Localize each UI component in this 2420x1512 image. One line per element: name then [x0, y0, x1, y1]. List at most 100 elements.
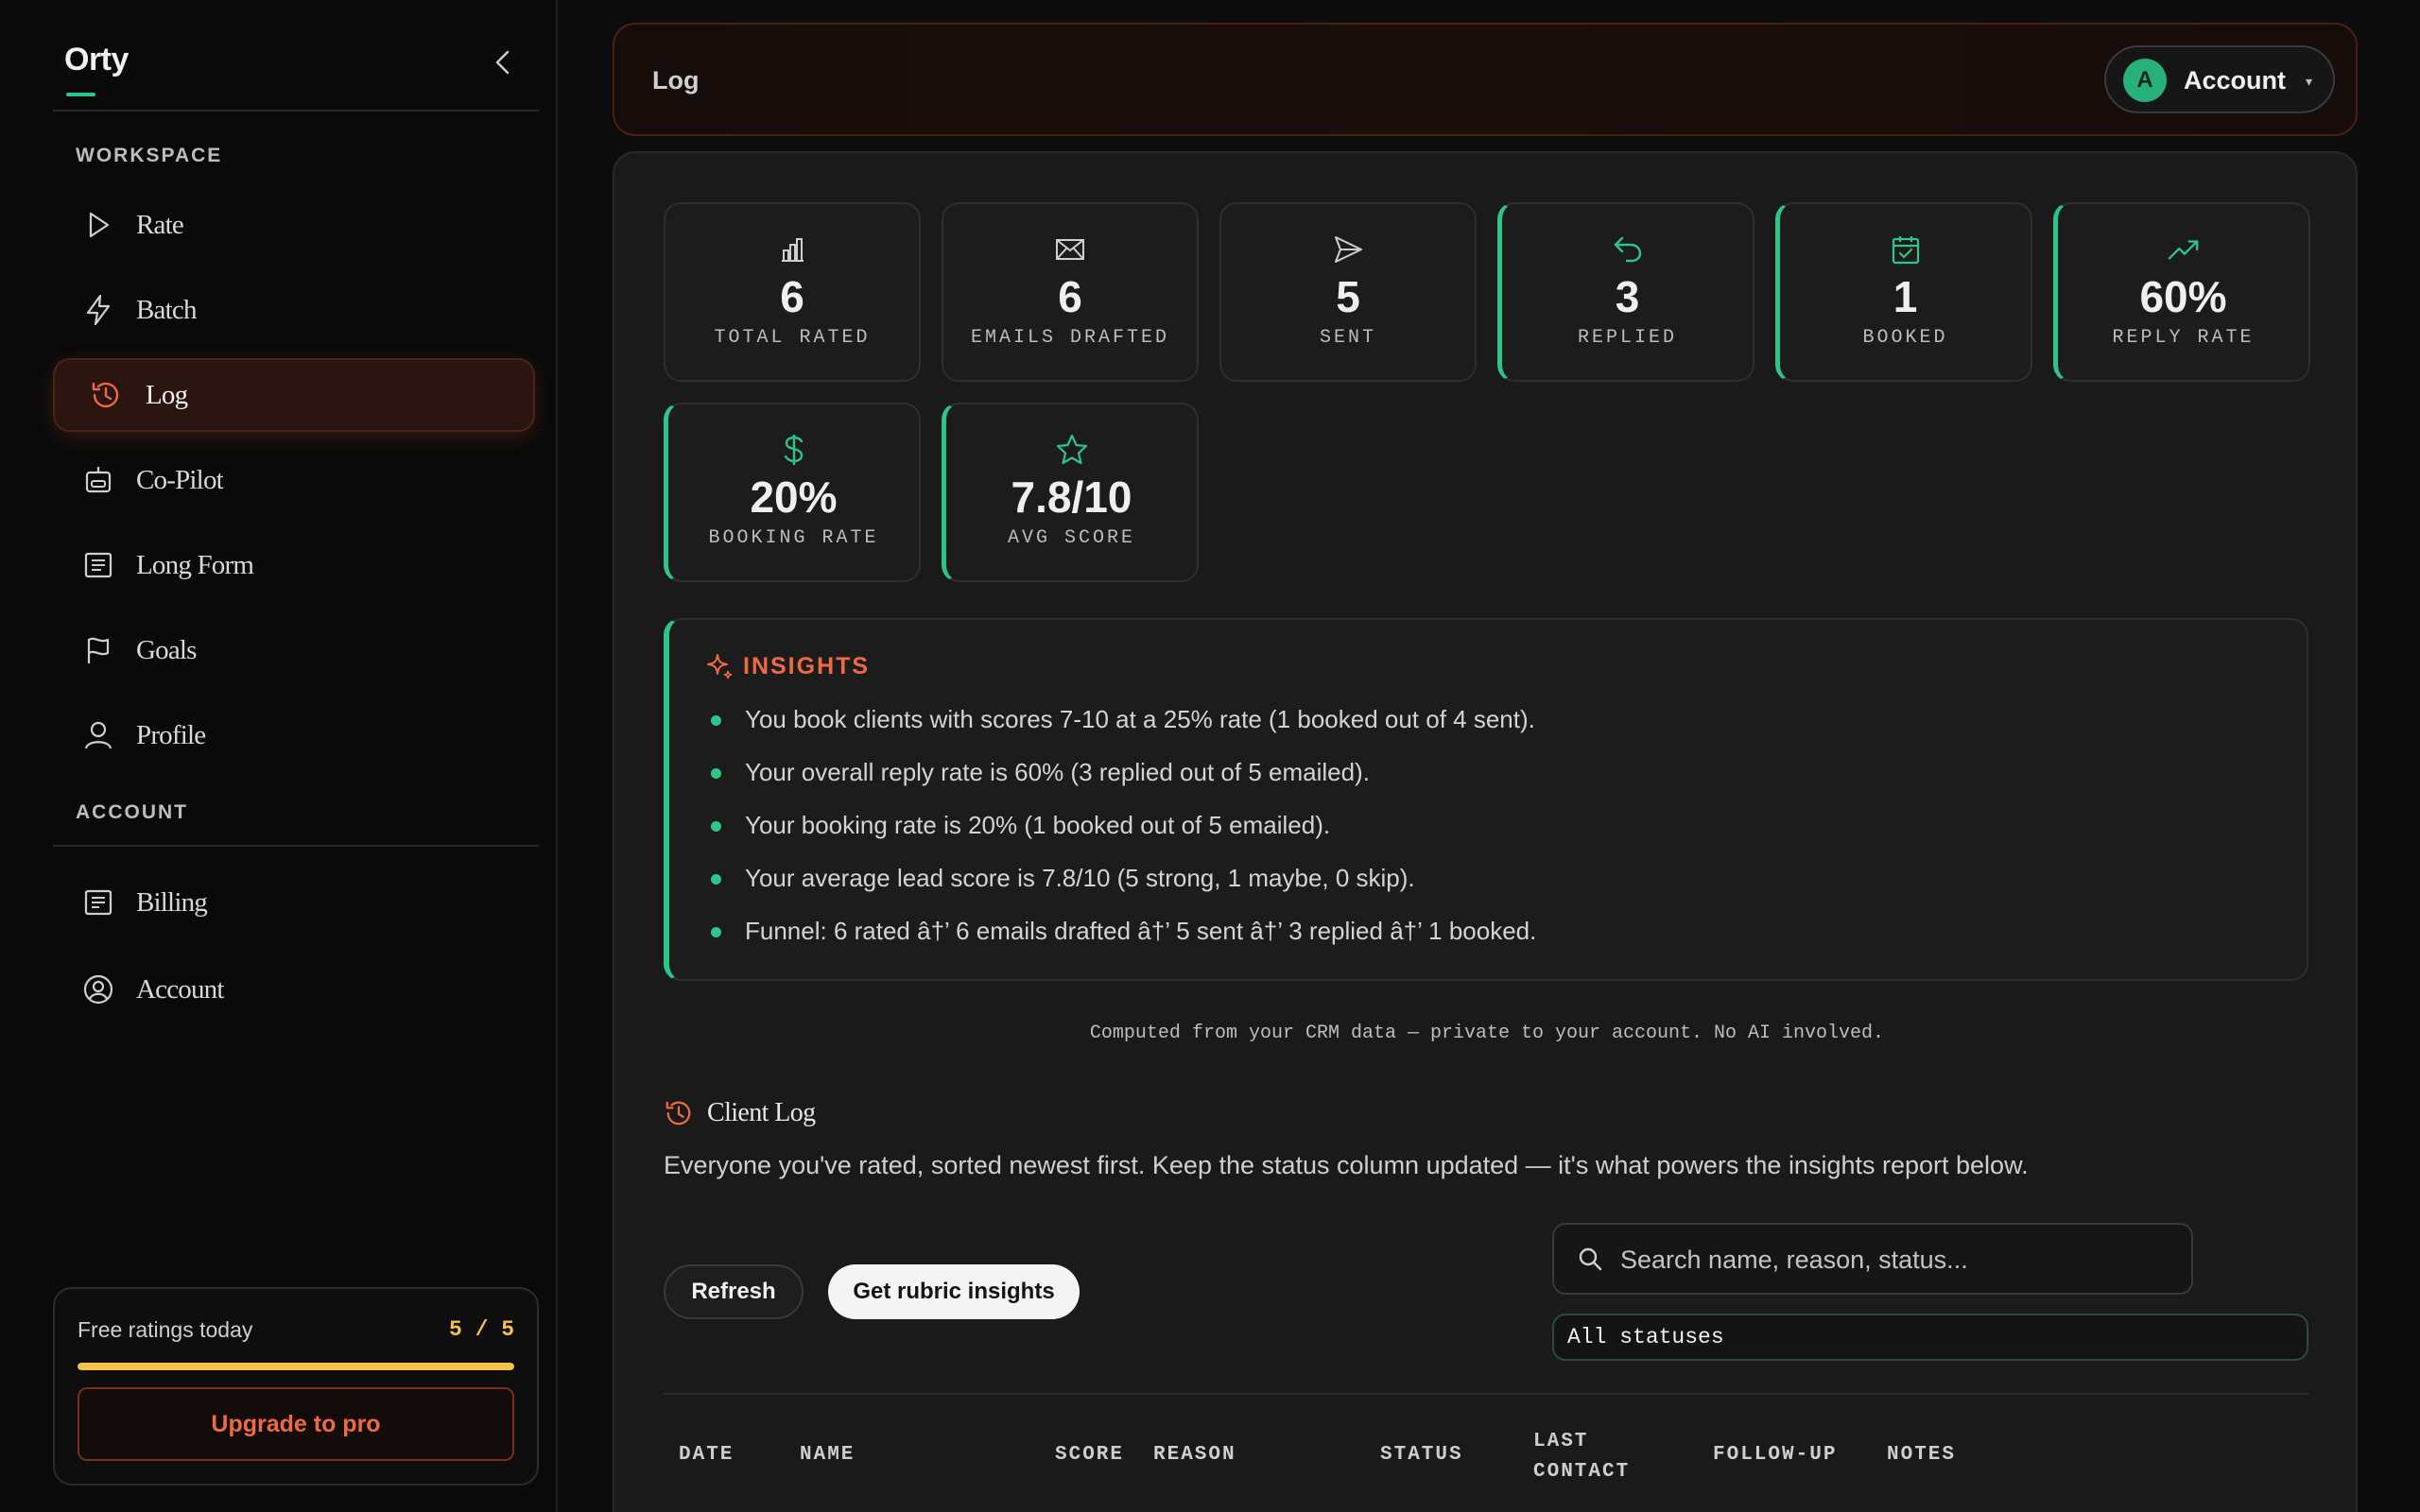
receipt-icon	[81, 885, 115, 919]
stat-value: 20%	[750, 472, 838, 522]
sidebar-item-label: Billing	[136, 886, 208, 918]
stat-label: REPLIED	[1577, 327, 1677, 349]
column-header-notes[interactable]: NOTES	[1887, 1444, 1956, 1466]
stat-card-booking-rate: 20% BOOKING RATE	[664, 403, 921, 582]
stat-value: 3	[1615, 272, 1640, 321]
history-icon	[89, 378, 123, 412]
insights-header: INSIGHTS	[705, 652, 870, 680]
search-icon	[1579, 1247, 1602, 1271]
calendar-check-icon	[1889, 232, 1923, 266]
flag-icon	[81, 633, 115, 667]
sidebar-item-goals[interactable]: Goals	[53, 613, 535, 687]
column-header-reason[interactable]: REASON	[1153, 1444, 1236, 1466]
stat-label: AVG SCORE	[1007, 527, 1136, 549]
insight-item: Your overall reply rate is 60% (3 replie…	[707, 758, 1536, 811]
sidebar-item-batch[interactable]: Batch	[53, 273, 535, 347]
column-header-name[interactable]: NAME	[800, 1444, 855, 1466]
insights-list: You book clients with scores 7-10 at a 2…	[707, 705, 1536, 970]
stat-value: 5	[1336, 272, 1360, 321]
sidebar-item-log[interactable]: Log	[53, 358, 535, 432]
sidebar-divider	[53, 110, 539, 112]
sidebar-item-long-form[interactable]: Long Form	[53, 528, 535, 602]
trending-up-icon	[2167, 232, 2201, 266]
computed-note: Computed from your CRM data — private to…	[1089, 1022, 1885, 1044]
mail-icon	[1053, 232, 1087, 266]
sidebar-item-account[interactable]: Account	[53, 953, 535, 1026]
document-icon	[81, 548, 115, 582]
star-icon	[1055, 433, 1089, 467]
status-filter-select[interactable]: All statuses	[1552, 1314, 2308, 1361]
search-box[interactable]	[1552, 1223, 2193, 1295]
search-input[interactable]	[1620, 1242, 2169, 1278]
quota-card: Free ratings today 5 / 5 Upgrade to pro	[53, 1287, 539, 1486]
sidebar-item-profile[interactable]: Profile	[53, 698, 535, 772]
table-divider	[664, 1393, 2308, 1395]
avatar: A	[2123, 59, 2167, 102]
user-icon	[81, 718, 115, 752]
stat-label: BOOKED	[1862, 327, 1948, 349]
caret-down-icon: ▾	[2305, 74, 2312, 89]
column-header-status[interactable]: STATUS	[1380, 1444, 1463, 1466]
sidebar-item-rate[interactable]: Rate	[53, 188, 535, 262]
stat-label: BOOKING RATE	[708, 527, 879, 549]
history-icon	[666, 1101, 691, 1125]
upgrade-button[interactable]: Upgrade to pro	[78, 1387, 514, 1461]
sidebar: Orty WORKSPACE Rate Batch Log Co-Pilot L…	[0, 0, 558, 1512]
robot-icon	[81, 463, 115, 497]
stat-card-avg-score: 7.8/10 AVG SCORE	[942, 403, 1199, 582]
page-title: Log	[652, 66, 700, 94]
column-header-date[interactable]: DATE	[679, 1444, 734, 1466]
section-label-account: ACCOUNT	[76, 801, 188, 823]
brand-logo[interactable]: Orty	[64, 42, 129, 78]
rubric-insights-button[interactable]: Get rubric insights	[828, 1264, 1080, 1319]
sidebar-item-label: Co-Pilot	[136, 464, 224, 495]
quota-label: Free ratings today	[78, 1317, 253, 1342]
insights-title: INSIGHTS	[743, 652, 871, 679]
sidebar-item-label: Profile	[136, 719, 206, 750]
main-panel: 6 TOTAL RATED 6 EMAILS DRAFTED 5 SENT 3 …	[613, 151, 2358, 1512]
stat-label: REPLY RATE	[2112, 327, 2255, 349]
sidebar-item-label: Batch	[136, 294, 197, 325]
quota-progress-fill	[78, 1363, 514, 1370]
stat-card-replied: 3 REPLIED	[1497, 202, 1754, 382]
sidebar-item-billing[interactable]: Billing	[53, 866, 535, 939]
stat-card-emails-drafted: 6 EMAILS DRAFTED	[942, 202, 1199, 382]
sidebar-item-co-pilot[interactable]: Co-Pilot	[53, 443, 535, 517]
stat-card-booked: 1 BOOKED	[1775, 202, 2032, 382]
section-label-workspace: WORKSPACE	[76, 145, 223, 166]
account-menu-label: Account	[2184, 66, 2286, 94]
column-header-follow-up[interactable]: FOLLOW-UP	[1713, 1444, 1837, 1466]
bar-chart-icon	[775, 232, 809, 266]
insight-item: Funnel: 6 rated â†’ 6 emails drafted â†’…	[707, 917, 1536, 970]
column-header-score[interactable]: SCORE	[1055, 1444, 1124, 1466]
user-circle-icon	[81, 972, 115, 1006]
client-log-title: Client Log	[707, 1098, 816, 1127]
quota-count: 5 / 5	[448, 1317, 514, 1342]
send-icon	[1331, 232, 1365, 266]
insight-item: Your booking rate is 20% (1 booked out o…	[707, 811, 1536, 864]
stat-label: EMAILS DRAFTED	[970, 327, 1170, 349]
sparkle-icon	[707, 654, 733, 679]
quota-progress-bar	[78, 1363, 514, 1370]
chevron-left-icon	[495, 50, 510, 75]
stat-value: 6	[780, 272, 804, 321]
stat-value: 7.8/10	[1011, 472, 1132, 522]
stat-value: 60%	[2139, 272, 2227, 321]
insights-card: INSIGHTS You book clients with scores 7-…	[664, 618, 2308, 981]
sidebar-item-label: Long Form	[136, 549, 254, 580]
sidebar-item-label: Account	[136, 973, 224, 1005]
refresh-button[interactable]: Refresh	[664, 1264, 804, 1319]
insight-item: You book clients with scores 7-10 at a 2…	[707, 705, 1536, 758]
sidebar-item-label: Goals	[136, 634, 197, 665]
stat-card-reply-rate: 60% REPLY RATE	[2053, 202, 2310, 382]
brand-underline	[66, 93, 95, 96]
top-bar: Log A Account ▾	[613, 23, 2358, 136]
sidebar-divider	[53, 845, 539, 847]
collapse-sidebar-button[interactable]	[488, 47, 518, 77]
sidebar-item-label: Log	[146, 379, 188, 410]
stat-label: TOTAL RATED	[714, 327, 871, 349]
sidebar-item-label: Rate	[136, 209, 184, 240]
column-header-last-contact[interactable]: LAST CONTACT	[1533, 1427, 1647, 1487]
lightning-icon	[81, 293, 115, 327]
account-menu-button[interactable]: A Account ▾	[2104, 45, 2335, 113]
